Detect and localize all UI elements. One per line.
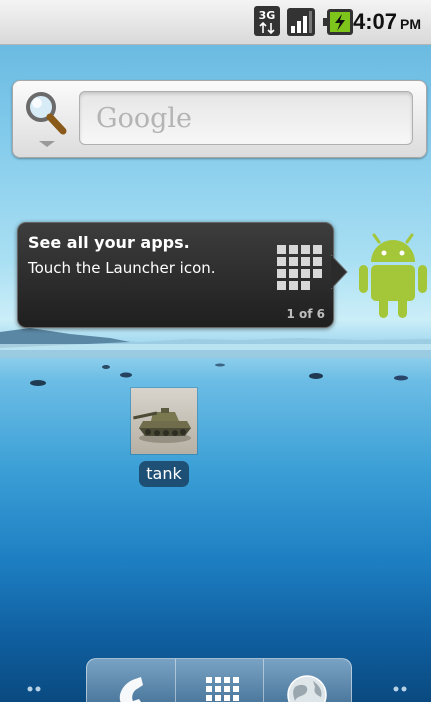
tip-title: See all your apps. xyxy=(28,233,190,252)
tank-icon xyxy=(133,408,191,443)
3g-data-icon: 3G xyxy=(254,6,280,36)
tip-body: Touch the Launcher icon. xyxy=(28,259,216,277)
svg-text:3G: 3G xyxy=(259,9,276,22)
home-screen: 3G 4:07 PM Google See all your apps. Tou… xyxy=(0,0,431,702)
page-indicator-left[interactable] xyxy=(26,684,46,694)
page-indicator-right[interactable] xyxy=(392,684,412,694)
status-clock: 4:07 PM xyxy=(353,10,421,36)
status-bar: 3G 4:07 PM xyxy=(0,0,431,45)
clock-time: 4:07 xyxy=(352,9,397,34)
app-grid-icon xyxy=(277,245,322,290)
tip-page-counter: 1 of 6 xyxy=(286,307,325,321)
launcher-grid-icon[interactable] xyxy=(202,673,242,702)
tank-image[interactable] xyxy=(131,388,197,454)
wallpaper-rocks xyxy=(30,363,408,386)
phone-icon[interactable] xyxy=(113,673,153,702)
google-search-widget[interactable]: Google xyxy=(12,80,427,158)
browser-globe-icon[interactable] xyxy=(285,673,329,702)
dock-separator xyxy=(175,659,176,702)
tip-pointer-arrow xyxy=(331,255,348,289)
android-mascot-icon xyxy=(359,233,427,318)
clock-ampm: PM xyxy=(400,16,421,32)
signal-strength-icon xyxy=(287,8,315,36)
tank-label[interactable]: tank xyxy=(139,461,189,487)
search-input[interactable]: Google xyxy=(79,91,413,145)
tank-app-shortcut[interactable]: tank xyxy=(130,388,198,492)
dock xyxy=(86,658,352,702)
dock-separator xyxy=(263,659,264,702)
launcher-tip-bubble[interactable]: See all your apps. Touch the Launcher ic… xyxy=(17,222,334,328)
magnifier-icon[interactable] xyxy=(23,89,71,151)
battery-charging-icon xyxy=(323,9,353,35)
